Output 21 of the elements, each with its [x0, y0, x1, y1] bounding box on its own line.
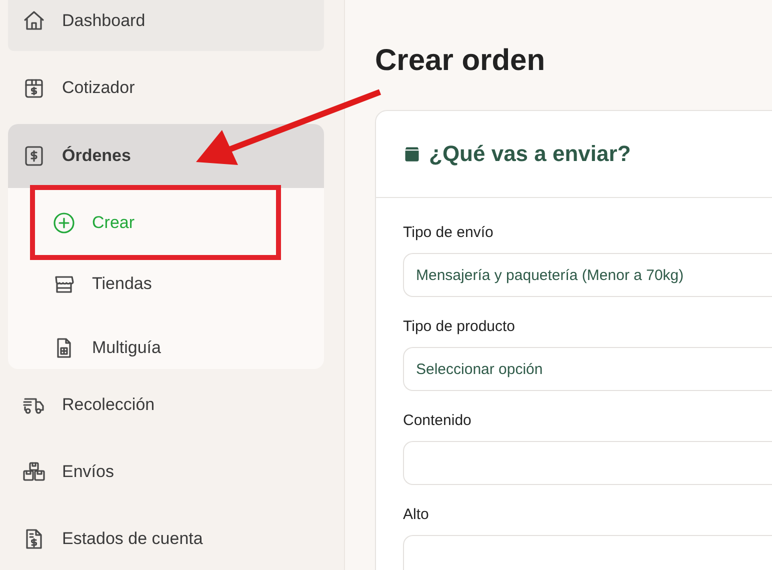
submenu-item[interactable]: Multiguía — [8, 316, 324, 369]
menu-item[interactable]: Dashboard — [8, 0, 324, 52]
menu-item[interactable]: Recolección — [8, 374, 324, 436]
field-label: Contenido — [403, 412, 472, 431]
menu-item[interactable]: Envíos — [8, 442, 324, 503]
menu-item[interactable]: Estados de cuenta — [8, 508, 324, 570]
home-icon — [22, 8, 46, 33]
dollar-icon — [22, 144, 46, 168]
field-label: Tipo de producto — [403, 318, 516, 337]
input-field[interactable] — [403, 535, 772, 570]
field-label: Alto — [403, 506, 430, 525]
page-title: Crear orden — [375, 44, 546, 78]
input-field[interactable] — [403, 441, 772, 485]
menu-item[interactable]: Cotizador — [8, 57, 324, 118]
field-label: Tipo de envío — [403, 224, 494, 243]
input-field[interactable]: Seleccionar opción — [403, 347, 772, 391]
input-field[interactable]: Mensajería y paquetería (Menor a 70kg) — [403, 253, 772, 297]
card-title: ¿Qué vas a enviar? — [429, 141, 631, 167]
package-icon — [403, 145, 421, 163]
plus-circle-icon — [52, 210, 76, 235]
menu-item[interactable]: Órdenes — [8, 124, 324, 188]
